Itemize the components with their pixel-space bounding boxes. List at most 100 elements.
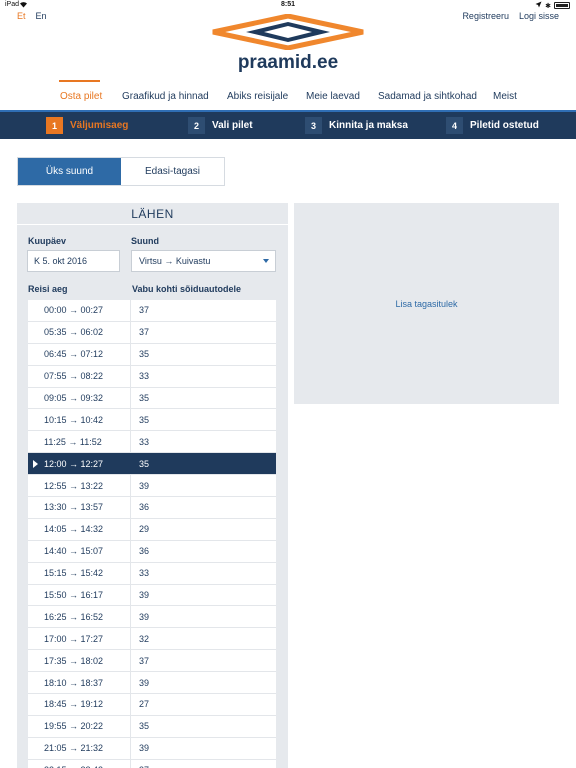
available-seats: 35 bbox=[139, 414, 150, 425]
departure-row[interactable]: 16:25 → 16:52 39 bbox=[28, 606, 276, 629]
departure-row[interactable]: 11:25 → 11:52 33 bbox=[28, 431, 276, 454]
departure-time: 07:55 → 08:22 bbox=[28, 365, 131, 387]
return-panel: Lisa tagasitulek bbox=[294, 203, 559, 404]
available-seats: 39 bbox=[139, 590, 150, 601]
date-value: K 5. okt 2016 bbox=[34, 256, 88, 266]
departure-row[interactable]: 17:35 → 18:02 37 bbox=[28, 650, 276, 673]
departure-time: 14:40 → 15:07 bbox=[28, 540, 131, 562]
available-seats: 35 bbox=[139, 393, 150, 403]
available-seats: 39 bbox=[139, 743, 150, 754]
available-seats: 35 bbox=[139, 721, 150, 732]
outbound-panel: LÄHEN Kuupäev Suund K 5. okt 2016 Virtsu… bbox=[17, 203, 288, 768]
step-2: 2 Vali pilet bbox=[188, 117, 253, 134]
language-switch: Et En bbox=[17, 11, 47, 21]
departure-time: 15:15 → 15:42 bbox=[28, 562, 131, 584]
outbound-title: LÄHEN bbox=[17, 203, 288, 225]
departure-time: 12:00 → 12:27 bbox=[28, 453, 131, 475]
status-time: 8:51 bbox=[280, 1, 295, 8]
direction-value: Virtsu → Kuivastu bbox=[139, 256, 211, 266]
step-3: 3 Kinnita ja maksa bbox=[305, 117, 408, 134]
available-seats: 37 bbox=[139, 327, 150, 338]
lang-et[interactable]: Et bbox=[17, 11, 26, 21]
departure-row[interactable]: 10:15 → 10:42 35 bbox=[28, 409, 276, 432]
nav-item-abiks[interactable]: Abiks reisijale bbox=[227, 91, 288, 102]
departure-time: 22:15 → 22:42 bbox=[28, 759, 131, 768]
register-link[interactable]: Registreeru bbox=[462, 11, 509, 21]
departure-time: 13:30 → 13:57 bbox=[28, 497, 131, 518]
one-way-button[interactable]: Üks suund bbox=[18, 158, 121, 185]
available-seats: 33 bbox=[139, 371, 150, 382]
departure-row[interactable]: 14:05 → 14:32 29 bbox=[28, 518, 276, 541]
status-bar: iPad 8:51 ✱ bbox=[0, 0, 576, 11]
account-links: Registreeru Logi sisse bbox=[462, 11, 559, 21]
round-trip-button[interactable]: Edasi-tagasi bbox=[121, 158, 224, 185]
departure-row[interactable]: 19:55 → 20:22 35 bbox=[28, 715, 276, 738]
departure-row[interactable]: 07:55 → 08:22 33 bbox=[28, 365, 276, 388]
departure-time: 11:25 → 11:52 bbox=[28, 431, 131, 453]
available-seats: 36 bbox=[139, 546, 150, 557]
departure-row[interactable]: 18:45 → 19:12 27 bbox=[28, 694, 276, 716]
departure-row[interactable]: 12:00 → 12:27 35 bbox=[28, 453, 276, 476]
available-seats: 37 bbox=[139, 655, 150, 666]
column-header-seats: Vabu kohti sõiduautodele bbox=[132, 284, 242, 294]
departure-row[interactable]: 13:30 → 13:57 36 bbox=[28, 497, 276, 519]
nav-item-meie-laevad[interactable]: Meie laevad bbox=[306, 91, 360, 102]
step-4-number: 4 bbox=[446, 117, 463, 134]
departure-row[interactable]: 21:05 → 21:32 39 bbox=[28, 737, 276, 760]
available-seats: 35 bbox=[139, 458, 150, 469]
departure-row[interactable]: 17:00 → 17:27 32 bbox=[28, 628, 276, 651]
step-1-label: Väljumisaeg bbox=[70, 120, 129, 131]
nav-item-osta-pilet[interactable]: Osta pilet bbox=[60, 91, 102, 102]
available-seats: 33 bbox=[139, 568, 150, 579]
available-seats: 36 bbox=[139, 502, 150, 513]
departure-time: 16:25 → 16:52 bbox=[28, 606, 131, 628]
battery-icon bbox=[554, 2, 570, 9]
departure-time: 19:55 → 20:22 bbox=[28, 715, 131, 737]
step-4: 4 Piletid ostetud bbox=[446, 117, 539, 134]
available-seats: 39 bbox=[139, 677, 150, 688]
departure-time: 21:05 → 21:32 bbox=[28, 737, 131, 759]
available-seats: 29 bbox=[139, 524, 150, 535]
departure-row[interactable]: 00:00 → 00:27 37 bbox=[28, 300, 276, 322]
booking-steps: 1 Väljumisaeg 2 Vali pilet 3 Kinnita ja … bbox=[0, 110, 576, 139]
login-link[interactable]: Logi sisse bbox=[519, 11, 559, 21]
available-seats: 27 bbox=[139, 699, 150, 710]
departure-row[interactable]: 18:10 → 18:37 39 bbox=[28, 672, 276, 695]
trip-type-toggle: Üks suund Edasi-tagasi bbox=[17, 157, 225, 186]
date-field[interactable]: K 5. okt 2016 bbox=[27, 250, 120, 272]
step-1-number: 1 bbox=[46, 117, 63, 134]
nav-item-graafikud[interactable]: Graafikud ja hinnad bbox=[122, 91, 209, 102]
nav-item-meist[interactable]: Meist bbox=[493, 91, 517, 102]
brand-name[interactable]: praamid.ee bbox=[0, 52, 576, 74]
departure-row[interactable]: 15:50 → 16:17 39 bbox=[28, 584, 276, 607]
departure-row[interactable]: 05:35 → 06:02 37 bbox=[28, 321, 276, 344]
departure-row[interactable]: 15:15 → 15:42 33 bbox=[28, 562, 276, 585]
add-return-link[interactable]: Lisa tagasitulek bbox=[395, 299, 457, 309]
available-seats: 39 bbox=[139, 480, 150, 491]
departure-time: 05:35 → 06:02 bbox=[28, 321, 131, 343]
lang-en[interactable]: En bbox=[36, 11, 47, 21]
departure-row[interactable]: 06:45 → 07:12 35 bbox=[28, 343, 276, 366]
available-seats: 33 bbox=[139, 436, 150, 447]
departure-time: 00:00 → 00:27 bbox=[28, 300, 131, 321]
departure-time: 10:15 → 10:42 bbox=[28, 409, 131, 431]
departure-time: 06:45 → 07:12 bbox=[28, 343, 131, 365]
column-header-time: Reisi aeg bbox=[28, 284, 68, 294]
departure-row[interactable]: 14:40 → 15:07 36 bbox=[28, 540, 276, 563]
step-2-label: Vali pilet bbox=[212, 120, 253, 131]
departure-time: 09:05 → 09:32 bbox=[28, 387, 131, 409]
main-nav: Osta pilet Graafikud ja hinnad Abiks rei… bbox=[0, 80, 576, 110]
direction-select[interactable]: Virtsu → Kuivastu bbox=[131, 250, 276, 272]
departure-time: 15:50 → 16:17 bbox=[28, 584, 131, 606]
step-1: 1 Väljumisaeg bbox=[46, 117, 128, 134]
step-2-number: 2 bbox=[188, 117, 205, 134]
departure-row[interactable]: 09:05 → 09:32 35 bbox=[28, 387, 276, 410]
departure-time: 18:45 → 19:12 bbox=[28, 694, 131, 715]
logo-diamond-icon bbox=[212, 14, 364, 50]
date-label: Kuupäev bbox=[28, 236, 67, 246]
step-3-label: Kinnita ja maksa bbox=[329, 120, 408, 131]
departure-time: 17:35 → 18:02 bbox=[28, 650, 131, 672]
departure-row[interactable]: 12:55 → 13:22 39 bbox=[28, 475, 276, 498]
departure-row[interactable]: 22:15 → 22:4237 bbox=[28, 759, 276, 768]
nav-item-sadamad[interactable]: Sadamad ja sihtkohad bbox=[378, 91, 477, 102]
